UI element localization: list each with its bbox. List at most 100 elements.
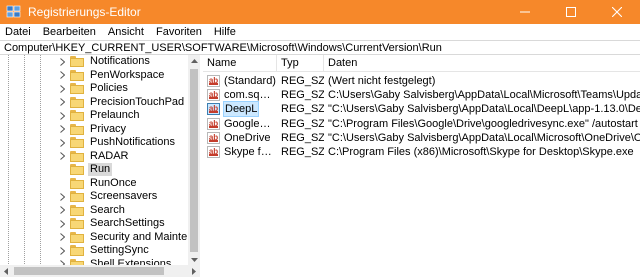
tree-item-label: PrecisionTouchPad — [90, 95, 185, 108]
menu-favoriten[interactable]: Favoriten — [150, 25, 208, 39]
value-row[interactable]: ab (Standard) REG_SZ (Wert nicht festgelegt… — [203, 74, 640, 88]
regedit-icon[interactable] — [6, 4, 22, 20]
chevron-right-icon[interactable] — [56, 137, 68, 149]
minimize-icon — [520, 11, 530, 13]
tree-item-label: Prelaunch — [90, 109, 140, 122]
tree-expander-empty — [56, 164, 68, 176]
scroll-left-arrow-icon[interactable] — [0, 265, 12, 277]
chevron-right-icon[interactable] — [56, 83, 68, 95]
tree-item[interactable]: Search — [56, 204, 127, 218]
menu-hilfe[interactable]: Hilfe — [208, 25, 242, 39]
value-data: "C:\Program Files\Google\Drive\googledri… — [328, 117, 638, 130]
tree-item-label: RADAR — [90, 149, 129, 162]
chevron-right-icon[interactable] — [56, 123, 68, 135]
tree-item[interactable]: RADAR — [56, 150, 131, 164]
tree-item[interactable]: PushNotifications — [56, 136, 177, 150]
tree-item[interactable]: PrecisionTouchPad — [56, 96, 186, 110]
string-value-icon: ab — [207, 146, 220, 158]
chevron-right-icon[interactable] — [56, 191, 68, 203]
value-name-cell: ab com.squirre... — [203, 88, 277, 102]
tree-item[interactable]: Policies — [56, 82, 130, 96]
value-row[interactable]: ab GoogleDriv... REG_SZ "C:\Program Files\G… — [203, 117, 640, 131]
menu-datei[interactable]: Datei — [0, 25, 37, 39]
tree-item[interactable]: Screensavers — [56, 190, 159, 204]
scroll-right-arrow-icon[interactable] — [188, 265, 200, 277]
minimize-button[interactable] — [502, 0, 548, 24]
chevron-right-icon[interactable] — [56, 56, 68, 68]
value-row[interactable]: ab OneDrive REG_SZ "C:\Users\Gaby Salvisber… — [203, 131, 640, 145]
chevron-right-icon[interactable] — [56, 245, 68, 257]
tree-item-label: Security and Maintenance — [90, 230, 199, 243]
value-name-cell: ab (Standard) — [203, 74, 277, 88]
value-name: com.squirre... — [224, 89, 277, 102]
folder-icon — [70, 164, 84, 176]
maximize-button[interactable] — [548, 0, 594, 24]
tree-vertical-scrollbar[interactable] — [188, 55, 200, 266]
tree-item[interactable]: PenWorkspace — [56, 69, 166, 83]
chevron-right-icon[interactable] — [56, 150, 68, 162]
tree-item-label: Run — [88, 163, 113, 177]
menu-bearbeiten[interactable]: Bearbeiten — [37, 25, 102, 39]
value-data: "C:\Users\Gaby Salvisberg\AppData\Local\… — [328, 131, 640, 144]
value-row[interactable]: ab Skype for D... REG_SZ C:\Program Files (… — [203, 145, 640, 159]
value-type: REG_SZ — [281, 131, 324, 144]
value-name-cell: ab OneDrive — [203, 131, 277, 145]
folder-icon — [70, 69, 84, 81]
folder-icon — [70, 83, 84, 95]
tree-horizontal-scrollbar[interactable] — [0, 265, 200, 277]
folder-icon — [70, 231, 84, 243]
value-row[interactable]: ab com.squirre... REG_SZ C:\Users\Gaby Salv… — [203, 88, 640, 102]
folder-icon — [70, 123, 84, 135]
close-button[interactable] — [594, 0, 640, 24]
menu-bar: Datei Bearbeiten Ansicht Favoriten Hilfe — [0, 24, 640, 40]
value-type: REG_SZ — [281, 89, 324, 102]
value-name: GoogleDriv... — [224, 117, 277, 130]
folder-icon — [70, 191, 84, 203]
menu-ansicht[interactable]: Ansicht — [102, 25, 150, 39]
tree-item[interactable]: RunOnce — [56, 177, 138, 191]
folder-icon — [70, 245, 84, 257]
tree-item[interactable]: SettingSync — [56, 244, 151, 258]
values-list: Name Typ Daten ab (Standard) REG_SZ (Wert n… — [203, 55, 640, 277]
column-header-type[interactable]: Typ — [277, 55, 324, 72]
string-value-icon: ab — [207, 103, 220, 116]
tree-item-label: Notifications — [90, 55, 150, 68]
value-name: (Standard) — [224, 75, 276, 87]
list-header: Name Typ Daten — [203, 55, 640, 72]
value-type: REG_SZ — [281, 146, 324, 158]
column-header-data[interactable]: Daten — [324, 55, 640, 72]
tree-vertical-scroll-thumb[interactable] — [190, 69, 198, 252]
tree-item[interactable]: Run — [56, 163, 113, 177]
value-name: Skype for D... — [224, 146, 277, 158]
tree-item-label: Screensavers — [90, 190, 158, 203]
tree-item[interactable]: Prelaunch — [56, 109, 142, 123]
value-name-cell: ab Skype for D... — [203, 145, 277, 159]
string-value-icon: ab — [207, 117, 220, 130]
chevron-right-icon[interactable] — [56, 231, 68, 243]
folder-icon — [70, 110, 84, 122]
tree-item[interactable]: Privacy — [56, 123, 128, 137]
tree-item-label: RunOnce — [90, 176, 137, 189]
folder-icon — [70, 137, 84, 149]
tree-item[interactable]: Notifications — [56, 55, 152, 69]
tree-item-label: Search — [90, 203, 125, 216]
folder-icon — [70, 218, 84, 230]
tree-horizontal-scroll-thumb[interactable] — [14, 267, 164, 275]
chevron-right-icon[interactable] — [56, 110, 68, 122]
value-row[interactable]: ab DeepL REG_SZ "C:\Users\Gaby Salvisberg\A… — [203, 101, 640, 118]
string-value-icon: ab — [207, 131, 220, 144]
address-bar[interactable]: Computer\HKEY_CURRENT_USER\SOFTWARE\Micr… — [0, 40, 640, 55]
tree-item[interactable]: Security and Maintenance — [56, 230, 199, 245]
tree-item-label: SettingSync — [90, 244, 149, 257]
folder-icon — [70, 56, 84, 68]
value-name: DeepL — [223, 101, 260, 118]
tree-item-label: PushNotifications — [90, 136, 175, 149]
column-header-name[interactable]: Name — [203, 55, 277, 72]
chevron-right-icon[interactable] — [56, 69, 68, 81]
chevron-right-icon[interactable] — [56, 204, 68, 216]
chevron-right-icon[interactable] — [56, 96, 68, 108]
scroll-up-arrow-icon[interactable] — [188, 55, 200, 67]
window-title: Registrierungs-Editor — [28, 5, 141, 19]
tree-item[interactable]: SearchSettings — [56, 217, 167, 231]
chevron-right-icon[interactable] — [56, 218, 68, 230]
